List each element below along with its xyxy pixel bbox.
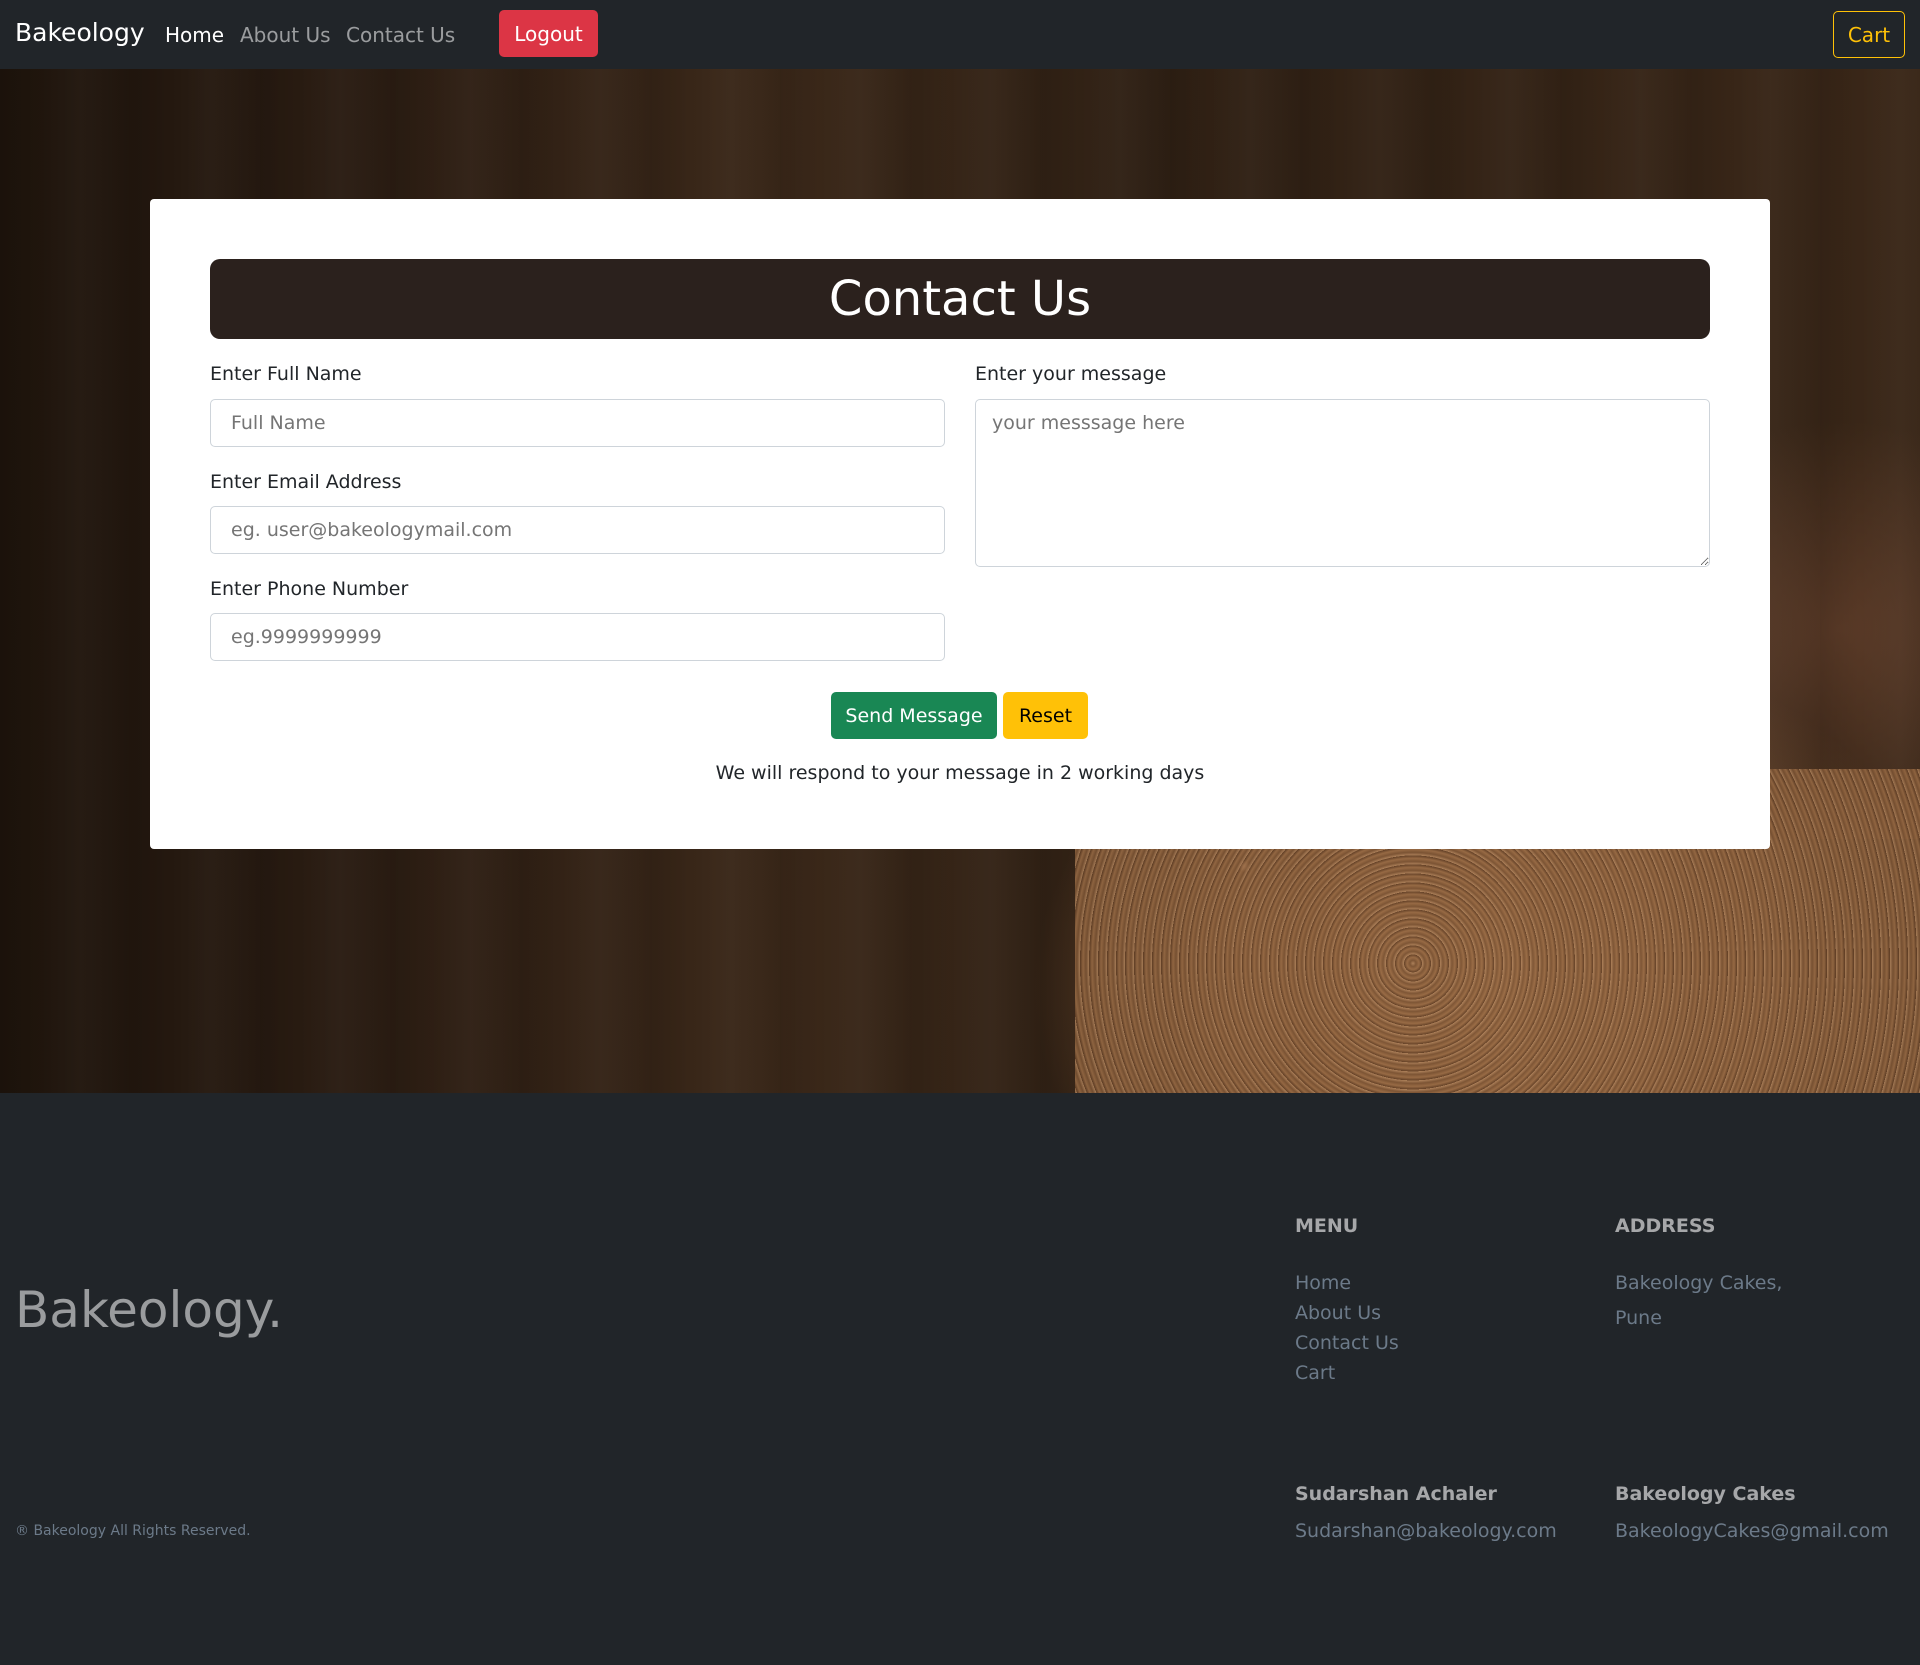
reset-button[interactable]: Reset — [1003, 692, 1088, 739]
full-name-input[interactable] — [210, 399, 945, 447]
phone-label: Enter Phone Number — [210, 578, 409, 600]
phone-input[interactable] — [210, 613, 945, 661]
email-label: Enter Email Address — [210, 471, 402, 493]
contact-title: Contact Us — [210, 259, 1710, 339]
send-message-button[interactable]: Send Message — [831, 692, 997, 739]
footer: Bakeology. ® Bakeology All Rights Reserv… — [0, 1093, 1920, 1665]
hero-background: Contact Us Enter Full Name Enter Email A… — [0, 69, 1920, 1093]
footer-address-heading: ADDRESS — [1615, 1215, 1716, 1237]
footer-link-about-us[interactable]: About Us — [1295, 1302, 1381, 1324]
message-textarea[interactable] — [975, 399, 1710, 567]
footer-link-contact-us[interactable]: Contact Us — [1295, 1332, 1399, 1354]
footer-copyright: ® Bakeology All Rights Reserved. — [15, 1523, 251, 1539]
contact-card: Contact Us Enter Full Name Enter Email A… — [150, 199, 1770, 849]
navbar: Bakeology Home About Us Contact Us Logou… — [0, 0, 1920, 69]
footer-menu-heading: MENU — [1295, 1215, 1359, 1237]
footer-contact2-name: Bakeology Cakes — [1615, 1483, 1796, 1505]
footer-link-cart[interactable]: Cart — [1295, 1362, 1335, 1384]
footer-contact2-email[interactable]: BakeologyCakes@gmail.com — [1615, 1520, 1889, 1542]
footer-link-home[interactable]: Home — [1295, 1272, 1351, 1294]
footer-address-line: Pune — [1615, 1307, 1662, 1329]
logout-button[interactable]: Logout — [499, 10, 598, 57]
nav-link-home[interactable]: Home — [165, 23, 224, 47]
brand-logo[interactable]: Bakeology — [15, 18, 145, 47]
footer-brand: Bakeology. — [15, 1281, 284, 1339]
footer-address-line: Bakeology Cakes, — [1615, 1272, 1783, 1294]
footer-contact1-name: Sudarshan Achaler — [1295, 1483, 1497, 1505]
cart-button[interactable]: Cart — [1833, 11, 1905, 58]
message-label: Enter your message — [975, 363, 1167, 385]
nav-link-contact-us[interactable]: Contact Us — [346, 23, 455, 47]
nav-link-about-us[interactable]: About Us — [240, 23, 331, 47]
full-name-label: Enter Full Name — [210, 363, 362, 385]
footer-contact1-email[interactable]: Sudarshan@bakeology.com — [1295, 1520, 1557, 1542]
email-input[interactable] — [210, 506, 945, 554]
respond-note: We will respond to your message in 2 wor… — [715, 762, 1205, 784]
